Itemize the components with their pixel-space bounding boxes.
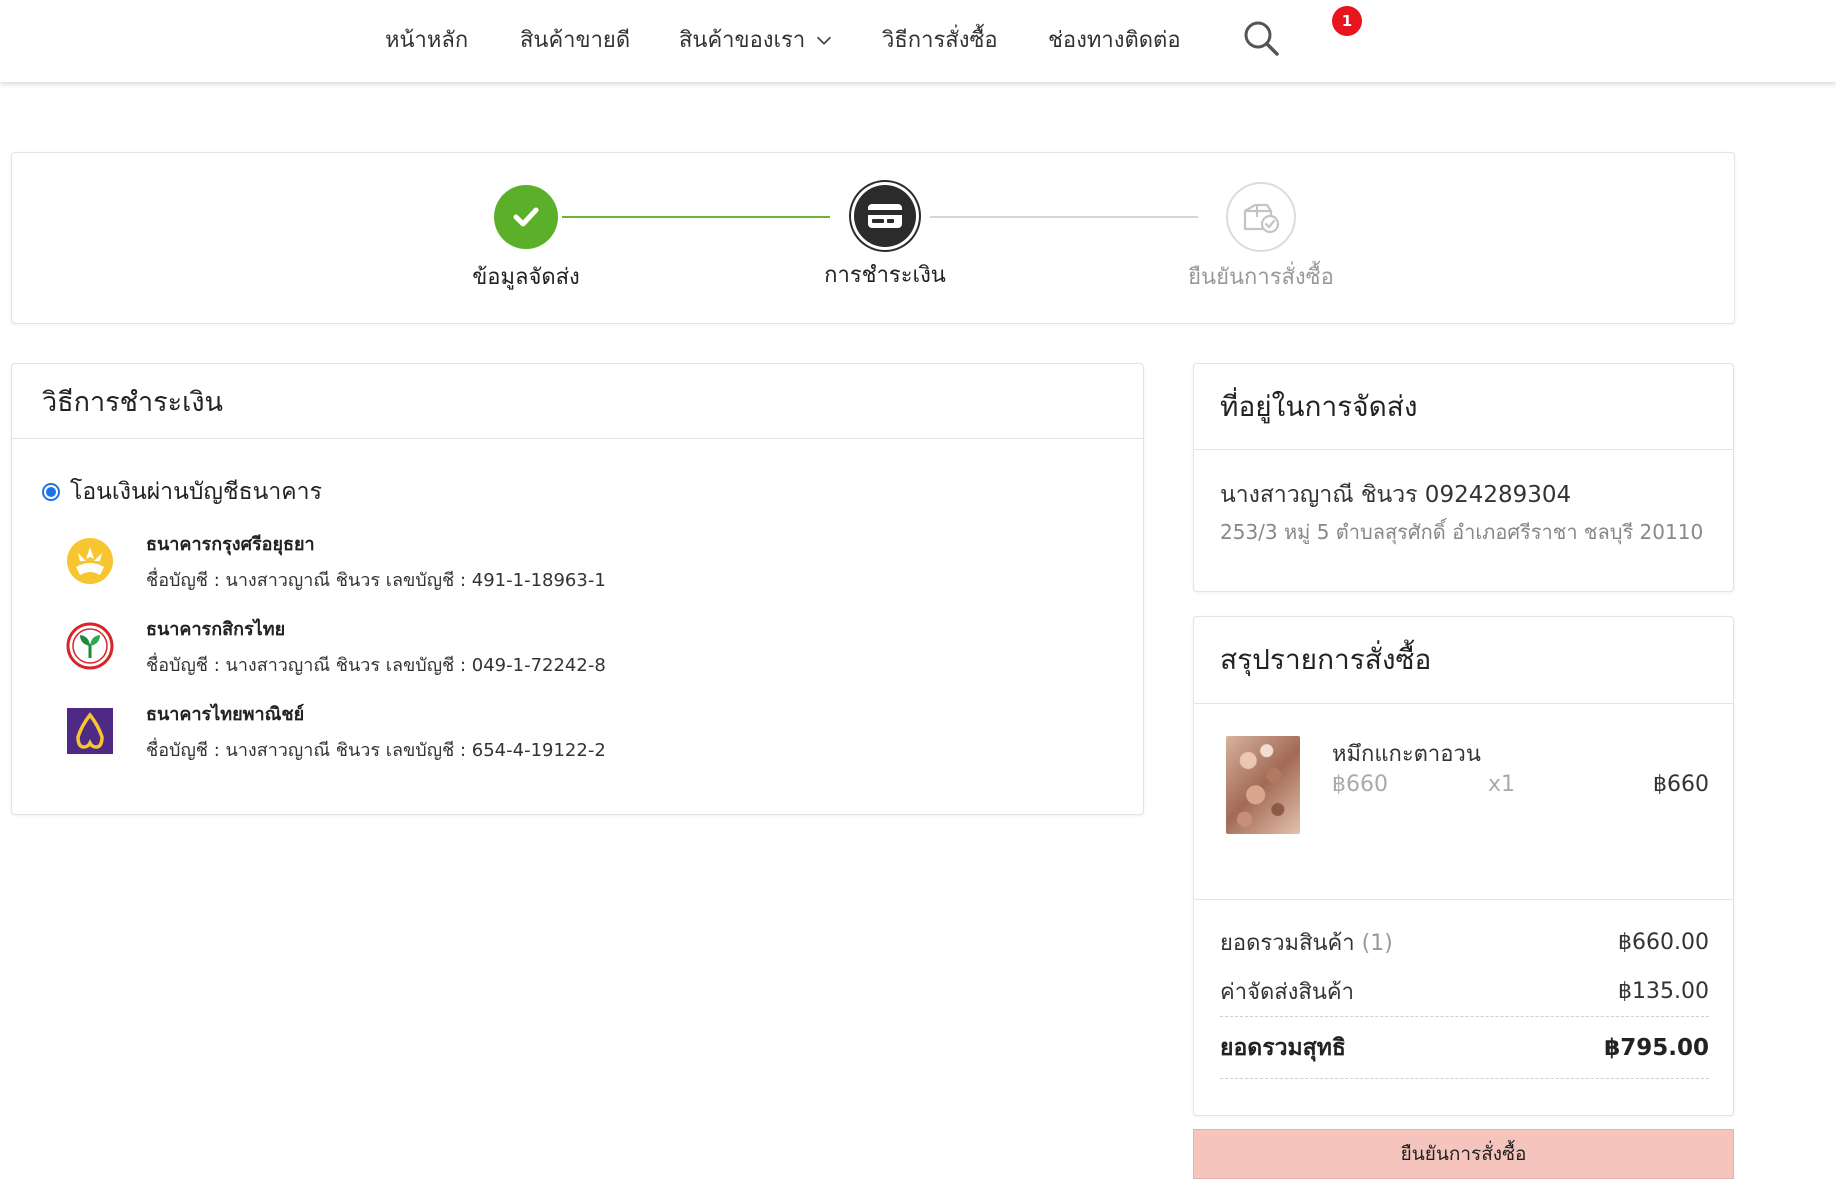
shipping-fee-value: ฿135.00 bbox=[1618, 979, 1709, 1004]
step-payment[interactable]: การชำระเงิน bbox=[765, 185, 1005, 292]
package-check-icon bbox=[1243, 203, 1280, 234]
credit-card-icon bbox=[868, 204, 902, 228]
subtotal-count: (1) bbox=[1361, 930, 1393, 956]
bank-name: ธนาคารกสิกรไทย bbox=[146, 619, 286, 640]
nav-contact-label: ช่องทางติดต่อ bbox=[1048, 28, 1181, 53]
step-shipping-label: ข้อมูลจัดส่ง bbox=[472, 265, 580, 290]
nav-our-products[interactable]: สินค้าของเรา bbox=[679, 22, 835, 57]
nav-best-sellers-label: สินค้าขายดี bbox=[520, 28, 631, 53]
shipping-address-title: ที่อยู่ในการจัดส่ง bbox=[1194, 364, 1733, 450]
bank-name: ธนาคารไทยพาณิชย์ bbox=[146, 704, 305, 725]
confirm-order-button[interactable]: ยืนยันการสั่งซื้อ bbox=[1193, 1129, 1734, 1179]
cart-count-badge: 1 bbox=[1332, 6, 1362, 36]
address-line: 253/3 หมู่ 5 ตำบลสุรศักดิ์ อำเภอศรีราชา … bbox=[1220, 520, 1704, 544]
shipping-fee-row: ค่าจัดส่งสินค้า ฿135.00 bbox=[1220, 967, 1709, 1017]
nav-home-label: หน้าหลัก bbox=[385, 28, 469, 53]
product-thumbnail bbox=[1226, 736, 1300, 834]
bank-account: ชื่อบัญชี : นางสาวญาณี ชินวร เลขบัญชี : … bbox=[146, 655, 606, 676]
nav-how-to-order[interactable]: วิธีการสั่งซื้อ bbox=[882, 22, 998, 57]
chevron-down-icon bbox=[817, 36, 832, 45]
nav-home[interactable]: หน้าหลัก bbox=[385, 22, 468, 57]
bank-transfer-radio[interactable] bbox=[42, 483, 60, 501]
krungsri-logo bbox=[67, 538, 113, 584]
payment-method-title: วิธีการชำระเงิน bbox=[12, 364, 1143, 439]
bank-account: ชื่อบัญชี : นางสาวญาณี ชินวร เลขบัญชี : … bbox=[146, 740, 606, 761]
step-confirm-order[interactable]: ยืนยันการสั่งซื้อ bbox=[1141, 182, 1381, 294]
order-summary-card: สรุปรายการสั่งซื้อ หมึกแกะตาอวน ฿660 x1 … bbox=[1193, 616, 1734, 1116]
product-quantity: x1 bbox=[1488, 772, 1516, 797]
step-payment-circle bbox=[854, 185, 916, 247]
product-line-total: ฿660 bbox=[1653, 772, 1709, 797]
payment-method-card: วิธีการชำระเงิน โอนเงินผ่านบัญชีธนาคาร ธ… bbox=[11, 363, 1144, 815]
scb-logo bbox=[67, 708, 113, 754]
subtotal-row: ยอดรวมสินค้า (1) ฿660.00 bbox=[1220, 917, 1709, 967]
bank-transfer-label: โอนเงินผ่านบัญชีธนาคาร bbox=[70, 479, 322, 505]
net-total-row: ยอดรวมสุทธิ ฿795.00 bbox=[1220, 1017, 1709, 1079]
summary-product-row: หมึกแกะตาอวน ฿660 x1 ฿660 bbox=[1194, 704, 1733, 900]
product-unit-price: ฿660 bbox=[1332, 772, 1388, 797]
kasikorn-logo bbox=[66, 622, 114, 670]
step-shipping-info[interactable]: ข้อมูลจัดส่ง bbox=[406, 185, 646, 294]
product-name: หมึกแกะตาอวน bbox=[1332, 742, 1481, 767]
recipient-name-phone: นางสาวญาณี ชินวร 0924289304 bbox=[1220, 482, 1572, 508]
nav-how-to-order-label: วิธีการสั่งซื้อ bbox=[882, 28, 998, 53]
nav-best-sellers[interactable]: สินค้าขายดี bbox=[520, 22, 630, 57]
bank-item-krungsri: ธนาคารกรุงศรีอยุธยา ชื่อบัญชี : นางสาวญา… bbox=[66, 529, 1066, 599]
step-confirm-circle bbox=[1226, 182, 1296, 252]
subtotal-label: ยอดรวมสินค้า bbox=[1220, 930, 1355, 956]
shipping-fee-label: ค่าจัดส่งสินค้า bbox=[1220, 980, 1354, 1005]
bank-item-scb: ธนาคารไทยพาณิชย์ ชื่อบัญชี : นางสาวญาณี … bbox=[66, 699, 1066, 769]
bank-item-kasikorn: ธนาคารกสิกรไทย ชื่อบัญชี : นางสาวญาณี ชิ… bbox=[66, 614, 1066, 684]
net-total-value: ฿795.00 bbox=[1604, 1034, 1709, 1061]
order-summary-title: สรุปรายการสั่งซื้อ bbox=[1194, 617, 1733, 704]
subtotal-label-group: ยอดรวมสินค้า (1) bbox=[1220, 925, 1393, 960]
shipping-address-card: ที่อยู่ในการจัดส่ง นางสาวญาณี ชินวร 0924… bbox=[1193, 363, 1734, 592]
checkout-stepper: ข้อมูลจัดส่ง การชำระเงิน ยืนยันการสั่งซื… bbox=[11, 152, 1735, 324]
summary-totals: ยอดรวมสินค้า (1) ฿660.00 ค่าจัดส่งสินค้า… bbox=[1220, 917, 1709, 1079]
step-confirm-label: ยืนยันการสั่งซื้อ bbox=[1188, 265, 1334, 290]
nav-our-products-label: สินค้าของเรา bbox=[679, 28, 806, 53]
main-nav: หน้าหลัก สินค้าขายดี สินค้าของเรา วิธีกา… bbox=[0, 0, 1836, 82]
subtotal-value: ฿660.00 bbox=[1618, 929, 1709, 955]
search-icon[interactable] bbox=[1241, 18, 1281, 58]
nav-contact[interactable]: ช่องทางติดต่อ bbox=[1048, 22, 1181, 57]
site-header: หน้าหลัก สินค้าขายดี สินค้าของเรา วิธีกา… bbox=[0, 0, 1836, 82]
bank-name: ธนาคารกรุงศรีอยุธยา bbox=[146, 534, 315, 555]
net-total-label: ยอดรวมสุทธิ bbox=[1220, 1034, 1346, 1061]
bank-account: ชื่อบัญชี : นางสาวญาณี ชินวร เลขบัญชี : … bbox=[146, 570, 606, 591]
step-payment-label: การชำระเงิน bbox=[824, 263, 946, 288]
step-shipping-circle bbox=[494, 185, 558, 249]
check-icon bbox=[513, 207, 539, 227]
bank-transfer-option[interactable]: โอนเงินผ่านบัญชีธนาคาร bbox=[42, 474, 322, 510]
